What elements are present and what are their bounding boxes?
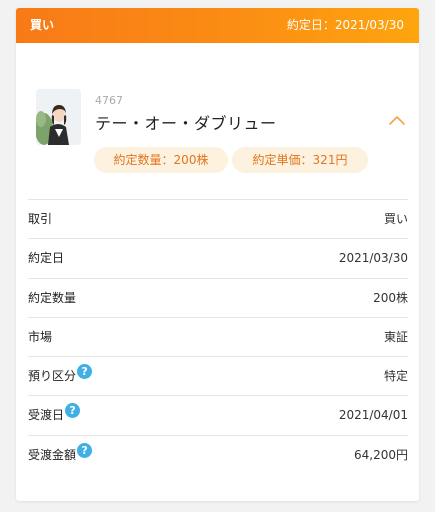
help-icon[interactable]: ? bbox=[77, 364, 93, 380]
detail-row-quantity: 約定数量 200株 bbox=[28, 277, 408, 317]
detail-label-text: 預り区分 bbox=[28, 369, 77, 384]
detail-label: 預り区分? bbox=[28, 364, 93, 384]
help-icon[interactable]: ? bbox=[65, 403, 81, 419]
help-icon[interactable]: ? bbox=[77, 442, 93, 458]
detail-value: 2021/03/30 bbox=[338, 251, 408, 266]
stock-summary[interactable]: 4767 テー・オー・ダブリュー 約定数量：200株 約定単価：321円 bbox=[16, 43, 419, 207]
price-chip: 約定単価：321円 bbox=[232, 147, 368, 173]
trade-detail-page: 買い 約定日：2021/03/30 4767 テー・オー・ダブリュー 約定数量：… bbox=[0, 0, 435, 512]
trade-side-label: 買い bbox=[30, 18, 55, 32]
stock-name: テー・オー・ダブリュー bbox=[95, 114, 277, 133]
execution-date-label: 約定日：2021/03/30 bbox=[286, 18, 404, 32]
detail-label-text: 受渡日 bbox=[28, 408, 65, 423]
stock-code: 4767 bbox=[95, 94, 123, 107]
detail-list: 取引 買い 約定日 2021/03/30 約定数量 200株 市場 東証 預り区… bbox=[28, 199, 408, 474]
card-header: 買い 約定日：2021/03/30 bbox=[16, 8, 419, 43]
detail-value: 64,200円 bbox=[354, 447, 408, 462]
detail-row-settlement-amount: 受渡金額? 64,200円 bbox=[28, 434, 408, 474]
detail-value: 200株 bbox=[373, 290, 408, 305]
detail-row-execution-date: 約定日 2021/03/30 bbox=[28, 238, 408, 277]
trade-card: 買い 約定日：2021/03/30 4767 テー・オー・ダブリュー 約定数量：… bbox=[16, 8, 419, 501]
stock-avatar bbox=[36, 89, 81, 145]
detail-value: 特定 bbox=[383, 369, 408, 384]
detail-label: 受渡金額? bbox=[28, 442, 93, 463]
detail-label: 市場 bbox=[28, 329, 53, 344]
detail-label-text: 受渡金額 bbox=[28, 447, 77, 462]
quantity-chip: 約定数量：200株 bbox=[94, 147, 228, 173]
detail-label: 取引 bbox=[28, 212, 53, 226]
detail-row-settlement-date: 受渡日? 2021/04/01 bbox=[28, 395, 408, 434]
detail-row-market: 市場 東証 bbox=[28, 316, 408, 356]
detail-value: 買い bbox=[383, 212, 408, 226]
detail-value: 2021/04/01 bbox=[338, 408, 408, 423]
chevron-up-icon[interactable] bbox=[388, 114, 406, 126]
detail-label: 約定数量 bbox=[28, 290, 77, 305]
detail-label: 受渡日? bbox=[28, 403, 81, 423]
detail-row-custody-type: 預り区分? 特定 bbox=[28, 356, 408, 395]
detail-value: 東証 bbox=[383, 329, 408, 344]
detail-row-trade: 取引 買い bbox=[28, 199, 408, 238]
detail-label: 約定日 bbox=[28, 251, 65, 266]
